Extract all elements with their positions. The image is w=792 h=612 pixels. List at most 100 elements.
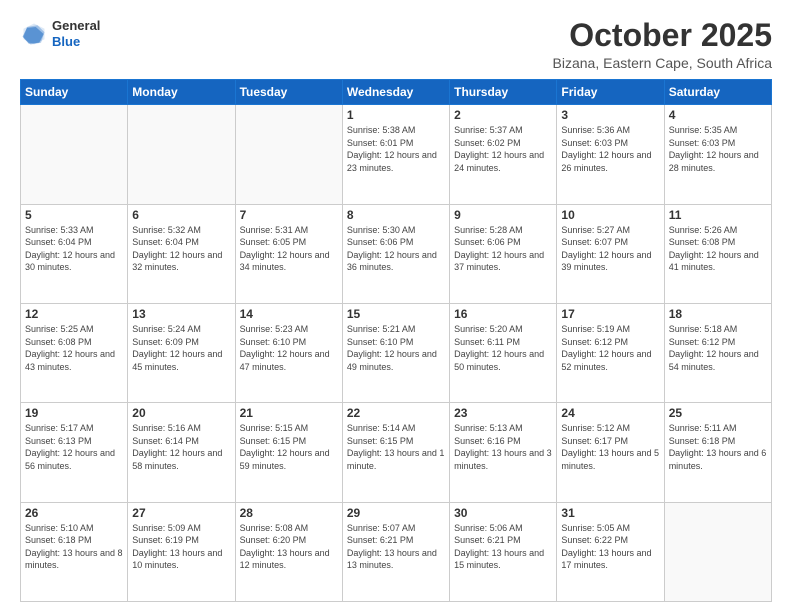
calendar-cell: 9 Sunrise: 5:28 AM Sunset: 6:06 PM Daylig… [450,204,557,303]
calendar-cell [128,105,235,204]
day-info: Sunrise: 5:13 AM Sunset: 6:16 PM Dayligh… [454,422,552,472]
day-info: Sunrise: 5:38 AM Sunset: 6:01 PM Dayligh… [347,124,445,174]
logo-blue: Blue [52,34,80,49]
calendar-cell: 17Sunrise: 5:19 AM Sunset: 6:12 PM Dayli… [557,303,664,402]
weekday-header: Sunday [21,80,128,105]
day-number: 4 [669,108,767,122]
calendar-cell: 31Sunrise: 5:05 AM Sunset: 6:22 PM Dayli… [557,502,664,601]
day-number: 11 [669,208,767,222]
day-number: 10 [561,208,659,222]
weekday-header: Thursday [450,80,557,105]
logo-general: General [52,18,100,33]
day-info: Sunrise: 5:32 AM Sunset: 6:04 PM Dayligh… [132,224,230,274]
day-number: 31 [561,506,659,520]
day-info: Sunrise: 5:26 AM Sunset: 6:08 PM Dayligh… [669,224,767,274]
day-number: 12 [25,307,123,321]
day-number: 14 [240,307,338,321]
day-info: Sunrise: 5:15 AM Sunset: 6:15 PM Dayligh… [240,422,338,472]
logo-icon [20,20,48,48]
day-info: Sunrise: 5:35 AM Sunset: 6:03 PM Dayligh… [669,124,767,174]
day-info: Sunrise: 5:21 AM Sunset: 6:10 PM Dayligh… [347,323,445,373]
calendar-week-row: 1 Sunrise: 5:38 AM Sunset: 6:01 PM Daylig… [21,105,772,204]
day-info: Sunrise: 5:06 AM Sunset: 6:21 PM Dayligh… [454,522,552,572]
day-info: Sunrise: 5:20 AM Sunset: 6:11 PM Dayligh… [454,323,552,373]
calendar-cell: 16Sunrise: 5:20 AM Sunset: 6:11 PM Dayli… [450,303,557,402]
calendar-cell: 26 Sunrise: 5:10 AM Sunset: 6:18 PM Dayli… [21,502,128,601]
day-number: 3 [561,108,659,122]
day-info: Sunrise: 5:11 AM Sunset: 6:18 PM Dayligh… [669,422,767,472]
calendar-cell: 22Sunrise: 5:14 AM Sunset: 6:15 PM Dayli… [342,403,449,502]
calendar-cell: 5Sunrise: 5:33 AM Sunset: 6:04 PM Daylig… [21,204,128,303]
day-number: 27 [132,506,230,520]
day-info: Sunrise: 5:36 AM Sunset: 6:03 PM Dayligh… [561,124,659,174]
day-number: 1 [347,108,445,122]
calendar-week-row: 19 Sunrise: 5:17 AM Sunset: 6:13 PM Dayli… [21,403,772,502]
day-number: 30 [454,506,552,520]
calendar-cell: 24Sunrise: 5:12 AM Sunset: 6:17 PM Dayli… [557,403,664,502]
day-info: Sunrise: 5:08 AM Sunset: 6:20 PM Dayligh… [240,522,338,572]
logo: General Blue [20,18,100,49]
weekday-header: Monday [128,80,235,105]
month-title: October 2025 [553,18,772,53]
calendar-week-row: 26 Sunrise: 5:10 AM Sunset: 6:18 PM Dayli… [21,502,772,601]
header: General Blue October 2025 Bizana, Easter… [20,18,772,71]
calendar-cell: 15 Sunrise: 5:21 AM Sunset: 6:10 PM Dayli… [342,303,449,402]
calendar-table: SundayMondayTuesdayWednesdayThursdayFrid… [20,79,772,602]
title-block: October 2025 Bizana, Eastern Cape, South… [553,18,772,71]
calendar-cell: 13 Sunrise: 5:24 AM Sunset: 6:09 PM Dayli… [128,303,235,402]
day-number: 28 [240,506,338,520]
calendar-cell: 7 Sunrise: 5:31 AM Sunset: 6:05 PM Daylig… [235,204,342,303]
weekday-header: Saturday [664,80,771,105]
day-info: Sunrise: 5:23 AM Sunset: 6:10 PM Dayligh… [240,323,338,373]
calendar-cell: 6 Sunrise: 5:32 AM Sunset: 6:04 PM Daylig… [128,204,235,303]
calendar-cell: 8Sunrise: 5:30 AM Sunset: 6:06 PM Daylig… [342,204,449,303]
day-info: Sunrise: 5:07 AM Sunset: 6:21 PM Dayligh… [347,522,445,572]
calendar-week-row: 5Sunrise: 5:33 AM Sunset: 6:04 PM Daylig… [21,204,772,303]
weekday-header: Tuesday [235,80,342,105]
day-info: Sunrise: 5:31 AM Sunset: 6:05 PM Dayligh… [240,224,338,274]
calendar-cell: 29Sunrise: 5:07 AM Sunset: 6:21 PM Dayli… [342,502,449,601]
day-number: 25 [669,406,767,420]
day-number: 23 [454,406,552,420]
day-info: Sunrise: 5:09 AM Sunset: 6:19 PM Dayligh… [132,522,230,572]
calendar-cell: 18 Sunrise: 5:18 AM Sunset: 6:12 PM Dayli… [664,303,771,402]
calendar-cell: 19 Sunrise: 5:17 AM Sunset: 6:13 PM Dayli… [21,403,128,502]
day-info: Sunrise: 5:28 AM Sunset: 6:06 PM Dayligh… [454,224,552,274]
calendar-cell: 21Sunrise: 5:15 AM Sunset: 6:15 PM Dayli… [235,403,342,502]
calendar-cell: 14 Sunrise: 5:23 AM Sunset: 6:10 PM Dayli… [235,303,342,402]
day-number: 18 [669,307,767,321]
calendar-cell: 11 Sunrise: 5:26 AM Sunset: 6:08 PM Dayli… [664,204,771,303]
day-info: Sunrise: 5:18 AM Sunset: 6:12 PM Dayligh… [669,323,767,373]
calendar-week-row: 12 Sunrise: 5:25 AM Sunset: 6:08 PM Dayli… [21,303,772,402]
calendar-cell: 23 Sunrise: 5:13 AM Sunset: 6:16 PM Dayli… [450,403,557,502]
day-info: Sunrise: 5:24 AM Sunset: 6:09 PM Dayligh… [132,323,230,373]
day-info: Sunrise: 5:33 AM Sunset: 6:04 PM Dayligh… [25,224,123,274]
calendar-cell [664,502,771,601]
day-number: 6 [132,208,230,222]
day-info: Sunrise: 5:17 AM Sunset: 6:13 PM Dayligh… [25,422,123,472]
calendar-cell: 25 Sunrise: 5:11 AM Sunset: 6:18 PM Dayli… [664,403,771,502]
calendar-cell: 20Sunrise: 5:16 AM Sunset: 6:14 PM Dayli… [128,403,235,502]
day-info: Sunrise: 5:25 AM Sunset: 6:08 PM Dayligh… [25,323,123,373]
page: General Blue October 2025 Bizana, Easter… [0,0,792,612]
calendar-cell [21,105,128,204]
day-number: 20 [132,406,230,420]
day-number: 26 [25,506,123,520]
location-subtitle: Bizana, Eastern Cape, South Africa [553,55,772,71]
day-number: 13 [132,307,230,321]
logo-text: General Blue [52,18,100,49]
day-number: 15 [347,307,445,321]
day-number: 7 [240,208,338,222]
day-number: 9 [454,208,552,222]
day-info: Sunrise: 5:10 AM Sunset: 6:18 PM Dayligh… [25,522,123,572]
day-number: 19 [25,406,123,420]
day-info: Sunrise: 5:37 AM Sunset: 6:02 PM Dayligh… [454,124,552,174]
calendar-cell: 10Sunrise: 5:27 AM Sunset: 6:07 PM Dayli… [557,204,664,303]
calendar-cell: 30 Sunrise: 5:06 AM Sunset: 6:21 PM Dayli… [450,502,557,601]
day-number: 2 [454,108,552,122]
calendar-cell: 4 Sunrise: 5:35 AM Sunset: 6:03 PM Daylig… [664,105,771,204]
calendar-cell: 1 Sunrise: 5:38 AM Sunset: 6:01 PM Daylig… [342,105,449,204]
weekday-header: Friday [557,80,664,105]
calendar-cell: 12 Sunrise: 5:25 AM Sunset: 6:08 PM Dayli… [21,303,128,402]
day-number: 17 [561,307,659,321]
